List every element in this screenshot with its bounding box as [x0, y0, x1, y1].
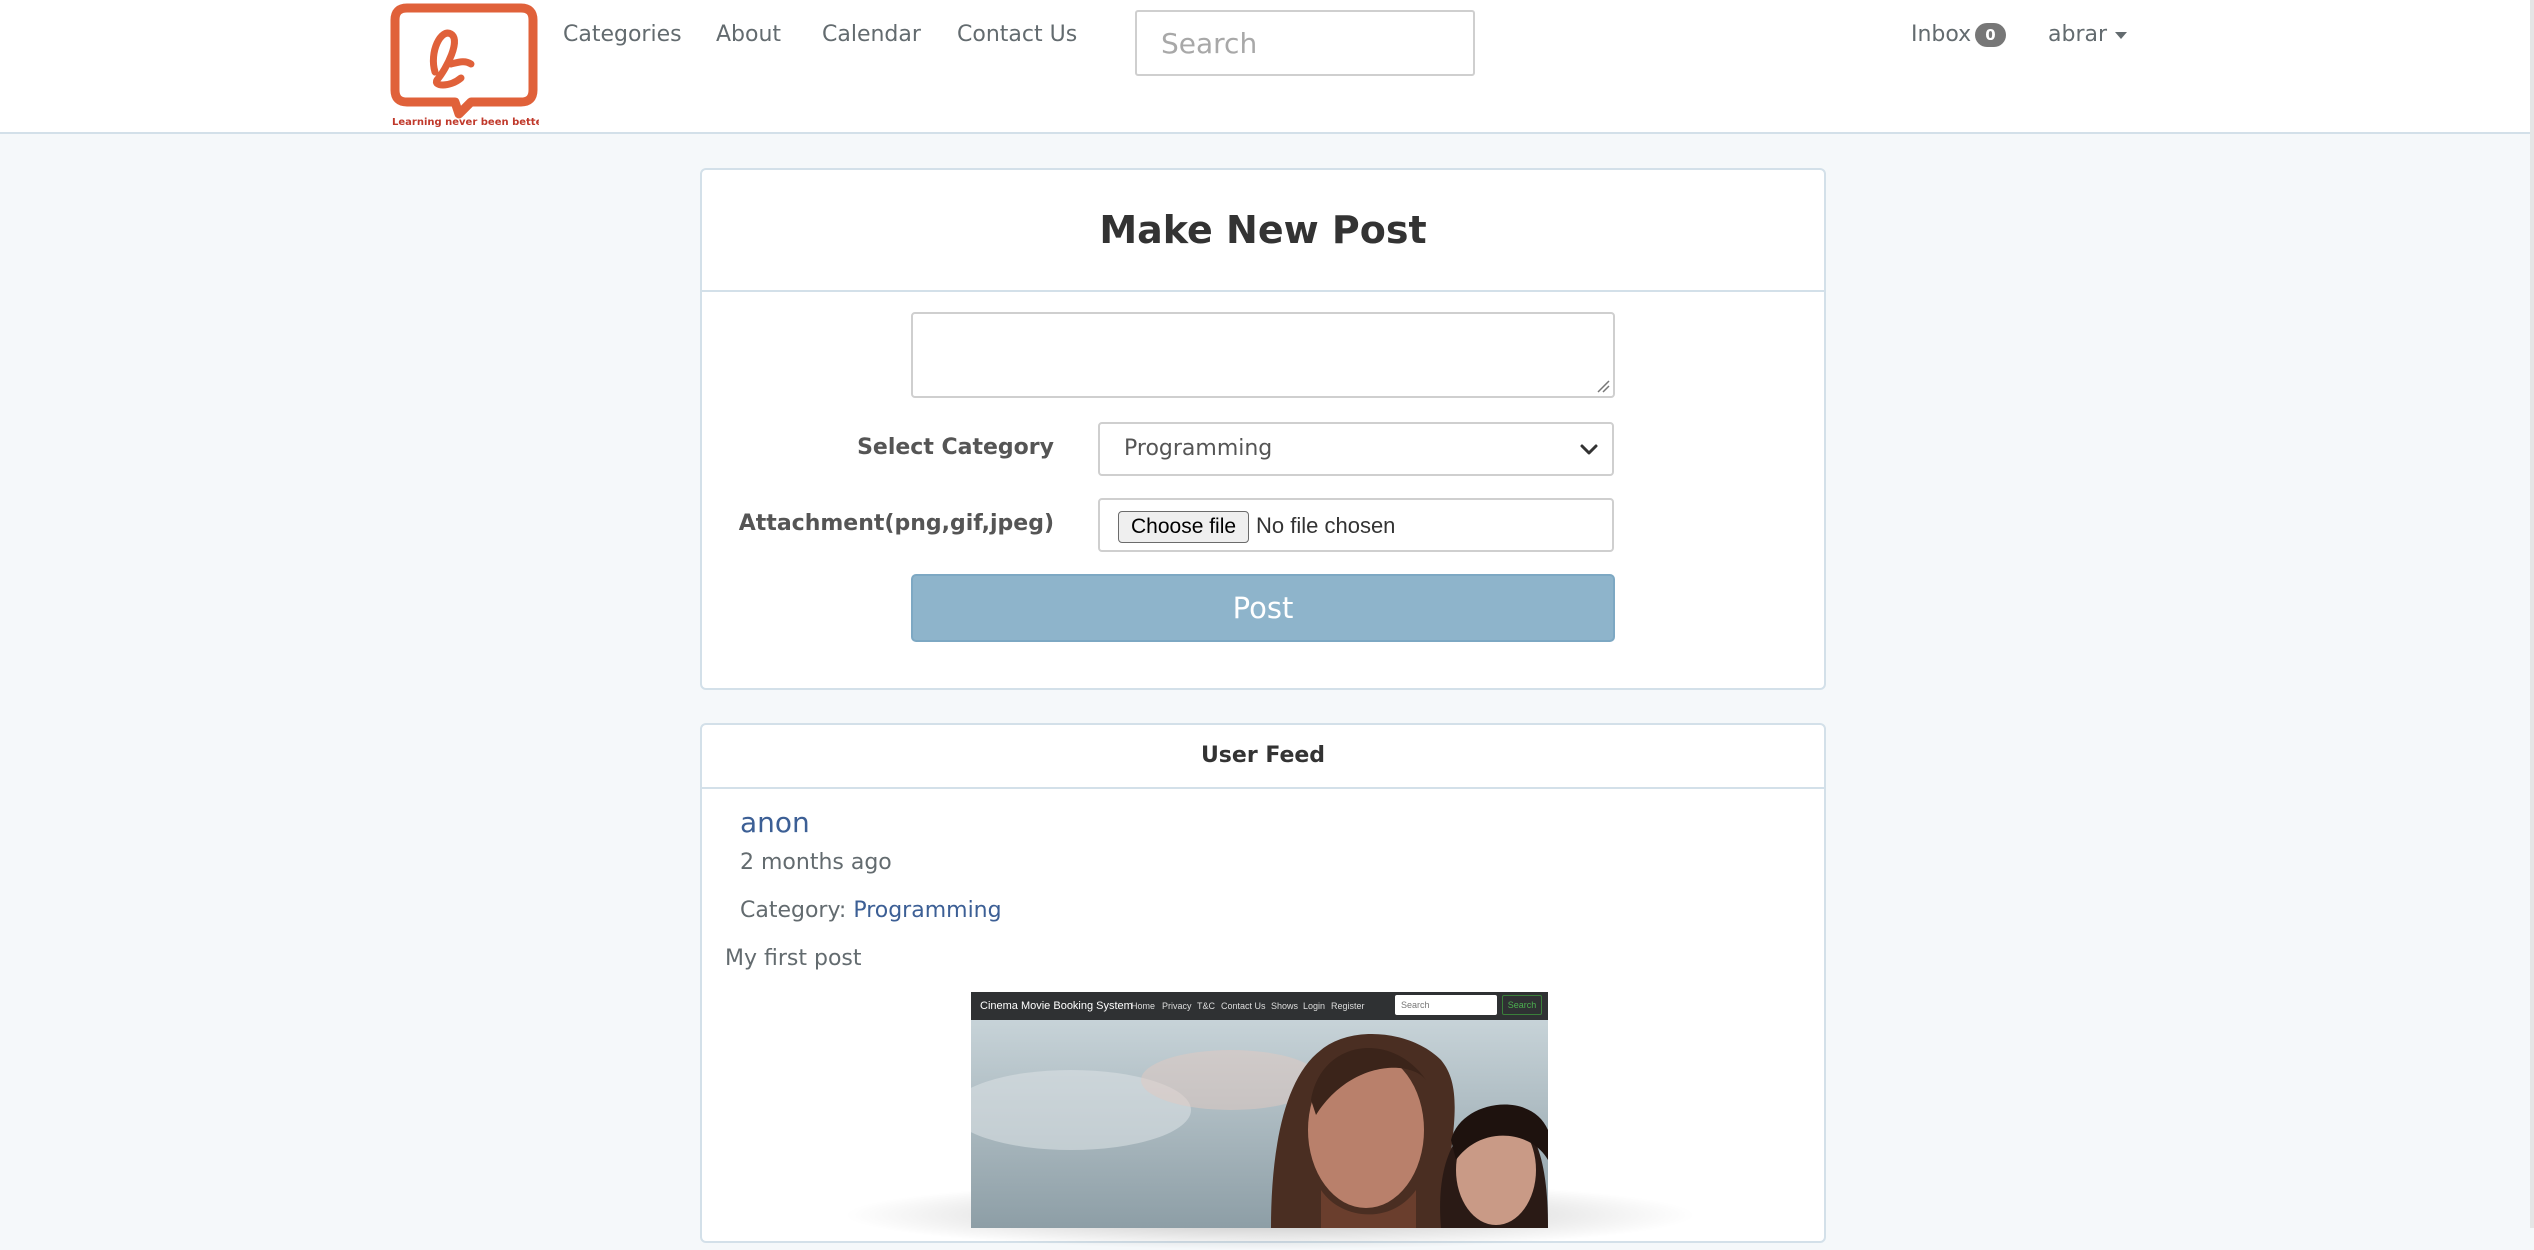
post-content-textarea[interactable]: [911, 312, 1615, 398]
post-attachment-image[interactable]: Cinema Movie Booking System Home Privacy…: [971, 992, 1548, 1228]
logo-speech-bubble-icon: Learning never been better!: [390, 3, 552, 128]
page-scrollbar[interactable]: [2530, 0, 2534, 1228]
category-label: Select Category: [857, 435, 1054, 460]
username: abrar: [2048, 22, 2108, 47]
post-content-text: My first post: [725, 946, 862, 971]
post-category: Category: Programming: [740, 898, 1002, 923]
page-title: Make New Post: [1099, 208, 1427, 252]
screenshot-link: Shows: [1271, 1001, 1299, 1011]
nav-link-about[interactable]: About: [716, 22, 781, 47]
post-author-link[interactable]: anon: [740, 806, 810, 839]
screenshot-brand: Cinema Movie Booking System: [980, 1000, 1133, 1012]
svg-text:Learning never been better!: Learning never been better!: [392, 117, 539, 128]
chevron-down-icon: [1580, 444, 1598, 455]
inbox-count-badge: 0: [1975, 23, 2006, 47]
post-submit-button[interactable]: Post: [911, 574, 1615, 642]
attachment-file-input[interactable]: Choose file No file chosen: [1098, 498, 1614, 552]
movie-poster-picture: [971, 1020, 1548, 1228]
site-logo[interactable]: Learning never been better!: [389, 2, 552, 128]
caret-down-icon: [2115, 31, 2128, 39]
inbox-label: Inbox: [1911, 22, 1972, 47]
post-timestamp: 2 months ago: [740, 850, 892, 875]
category-select[interactable]: Programming: [1098, 422, 1614, 476]
inbox-link[interactable]: Inbox 0: [1911, 22, 2006, 47]
screenshot-link: Login: [1303, 1001, 1326, 1011]
post-category-link[interactable]: Programming: [853, 898, 1001, 923]
screenshot-link: Register: [1331, 1001, 1365, 1011]
search-input[interactable]: [1135, 10, 1475, 76]
nav-link-contact-us[interactable]: Contact Us: [957, 22, 1077, 47]
screenshot-navbar: Cinema Movie Booking System Home Privacy…: [971, 992, 1548, 1020]
screenshot-link: Home: [1131, 1001, 1156, 1011]
category-selected-value: Programming: [1124, 436, 1273, 461]
nav-link-categories[interactable]: Categories: [563, 22, 682, 47]
user-feed-header: User Feed: [702, 725, 1824, 789]
screenshot-link: T&C: [1197, 1001, 1215, 1011]
screenshot-link: Contact Us: [1221, 1001, 1266, 1011]
file-status-text: No file chosen: [1256, 513, 1396, 538]
resize-handle-icon[interactable]: [1596, 379, 1610, 393]
user-menu-dropdown[interactable]: abrar: [2048, 22, 2128, 47]
screenshot-link: Privacy: [1162, 1001, 1192, 1011]
attachment-label: Attachment(png,gif,jpeg): [738, 511, 1054, 536]
screenshot-search-button: Search: [1502, 995, 1542, 1015]
choose-file-button[interactable]: Choose file: [1118, 511, 1250, 543]
top-navbar: Learning never been better! Categories A…: [0, 0, 2530, 134]
post-category-prefix: Category:: [740, 898, 847, 923]
screenshot-search: Search: [1395, 995, 1497, 1015]
new-post-header: Make New Post: [702, 170, 1824, 292]
nav-link-calendar[interactable]: Calendar: [822, 22, 921, 47]
